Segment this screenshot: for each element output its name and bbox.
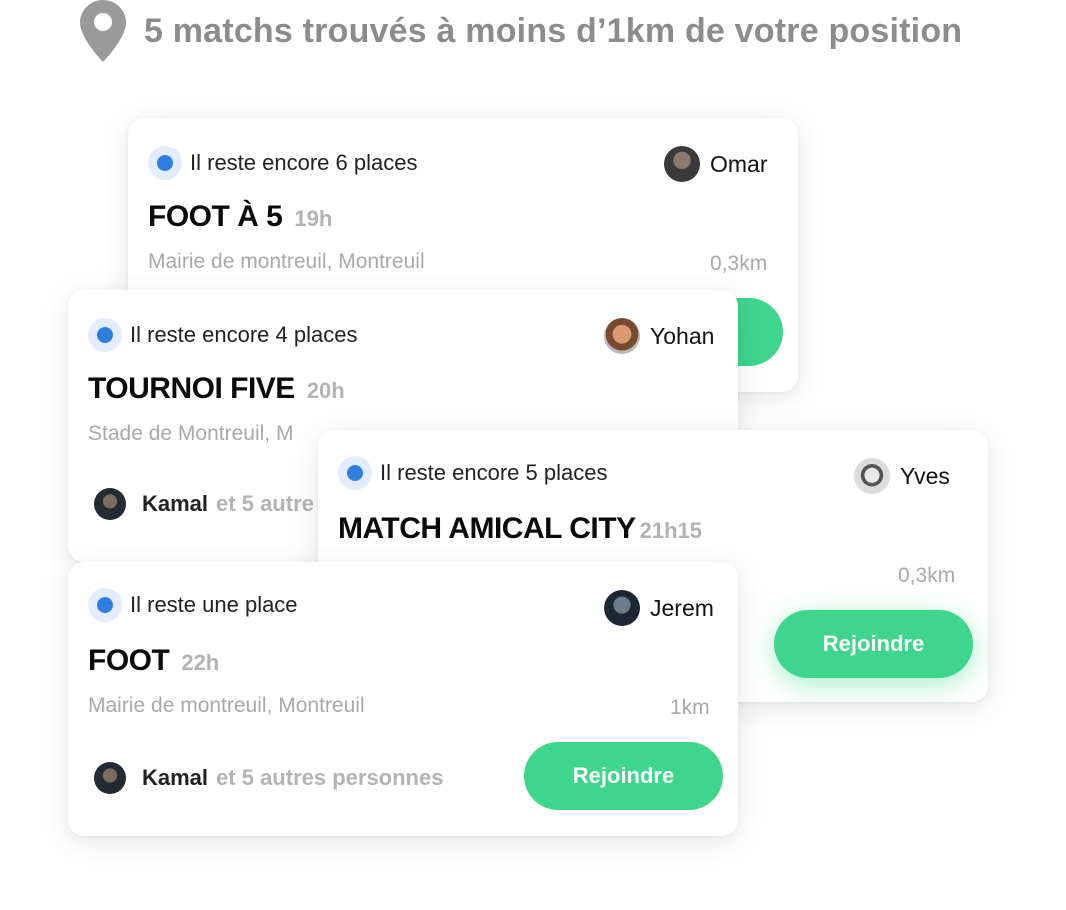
participant-count: et 5 autres personnes [216,765,444,790]
host-name: Omar [710,150,768,177]
availability-text: Il reste une place [130,592,298,617]
status-dot-icon [338,456,372,490]
match-card[interactable]: Il reste une place Jerem FOOT 22h Mairie… [68,562,738,836]
avatar [604,590,640,626]
host[interactable]: Jerem [604,590,714,626]
results-title: 5 matchs trouvés à moins d’1km de votre … [144,11,963,50]
match-location: Mairie de montreuil, Montreuil [148,250,425,273]
match-name: FOOT [88,644,170,677]
availability-status: Il reste une place [88,588,298,622]
status-dot-icon [88,318,122,352]
status-dot-icon [88,588,122,622]
match-heading: FOOT 22h [88,644,219,678]
join-button[interactable]: Rejoindre [774,610,973,678]
avatar [854,458,890,494]
avatar [664,146,700,182]
host-name: Yves [900,462,950,489]
match-heading: MATCH AMICAL CITY 21h15 [338,512,702,546]
availability-text: Il reste encore 4 places [130,322,358,347]
host[interactable]: Yohan [604,318,714,354]
host[interactable]: Omar [664,146,768,182]
match-name: TOURNOI FIVE [88,372,295,405]
status-dot-icon [148,146,182,180]
match-heading: FOOT À 5 19h [148,200,332,234]
participant-name: Kamal [142,765,209,790]
availability-status: Il reste encore 6 places [148,146,417,180]
host-name: Yohan [650,322,715,349]
avatar [604,318,640,354]
participants: Kamal et 5 autres personnes [94,762,443,794]
avatar [94,488,126,520]
participants: Kamal et 5 autre [94,488,314,520]
match-time: 19h [294,206,333,231]
join-button[interactable]: Rejoindre [524,742,723,810]
match-list-screen: 5 matchs trouvés à moins d’1km de votre … [0,0,1066,910]
match-time: 22h [181,650,220,675]
location-pin-icon [80,0,126,62]
match-distance: 1km [670,696,710,719]
host[interactable]: Yves [854,458,950,494]
participant-count: et 5 autre [216,491,314,516]
availability-status: Il reste encore 4 places [88,318,357,352]
match-name: FOOT À 5 [148,200,283,233]
results-header: 5 matchs trouvés à moins d’1km de votre … [80,0,962,62]
match-time: 21h15 [639,518,702,543]
availability-text: Il reste encore 6 places [190,150,418,175]
match-location: Mairie de montreuil, Montreuil [88,694,365,717]
host-name: Jerem [650,594,714,621]
participant-name: Kamal [142,491,209,516]
availability-status: Il reste encore 5 places [338,456,607,490]
match-distance: 0,3km [898,564,956,587]
match-location: Stade de Montreuil, M [88,422,294,445]
match-heading: TOURNOI FIVE 20h [88,372,345,406]
match-distance: 0,3km [710,252,768,275]
avatar [94,762,126,794]
availability-text: Il reste encore 5 places [380,460,608,485]
match-time: 20h [306,378,345,403]
match-name: MATCH AMICAL CITY [338,512,636,545]
